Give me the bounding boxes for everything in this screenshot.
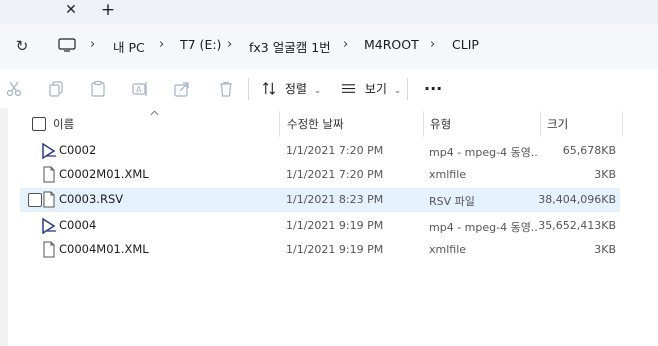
copy-icon[interactable] <box>47 80 65 98</box>
navigation-pane-edge <box>0 108 8 346</box>
table-row[interactable]: C0004M01.XML 1/1/2021 9:19 PM xmlfile 3K… <box>20 238 620 262</box>
file-size: 35,652,413KB <box>538 219 616 232</box>
breadcrumb-separator[interactable]: › <box>90 37 95 52</box>
refresh-icon[interactable]: ↻ <box>12 36 32 56</box>
monitor-icon[interactable] <box>58 38 76 52</box>
new-tab-button[interactable]: + <box>98 1 118 19</box>
column-divider[interactable] <box>423 111 424 137</box>
column-divider[interactable] <box>279 111 280 137</box>
document-file-icon <box>43 191 55 208</box>
chevron-down-icon: ⌄ <box>393 86 402 96</box>
breadcrumb-separator[interactable]: › <box>159 37 164 52</box>
view-label: 보기 <box>364 82 387 96</box>
file-size: 38,404,096KB <box>538 193 616 206</box>
sort-label: 정렬 <box>284 82 307 96</box>
cut-icon[interactable] <box>5 80 23 98</box>
paste-icon[interactable] <box>89 80 107 98</box>
table-row[interactable]: C0002 1/1/2021 7:20 PM mp4 - mpeg-4 동영..… <box>20 139 620 163</box>
column-divider[interactable] <box>622 111 623 137</box>
file-size: 3KB <box>594 168 616 181</box>
file-name: C0002M01.XML <box>59 167 149 181</box>
file-type: xmlfile <box>429 243 467 256</box>
table-row[interactable]: C0004 1/1/2021 9:19 PM mp4 - mpeg-4 동영..… <box>20 214 620 238</box>
view-button[interactable]: 보기 ⌄ <box>341 79 401 99</box>
rename-icon[interactable]: A <box>131 80 149 98</box>
file-type: mp4 - mpeg-4 동영... <box>429 221 539 234</box>
address-bar: ↻ › 내 PC › T7 (E:) › fx3 얼굴캠 1번 › M4ROOT… <box>0 24 658 70</box>
file-date: 1/1/2021 9:19 PM <box>286 219 384 232</box>
breadcrumb-separator[interactable]: › <box>430 37 435 52</box>
sort-icon <box>263 82 276 95</box>
breadcrumb-separator[interactable]: › <box>227 37 232 52</box>
chevron-down-icon: ⌄ <box>313 86 322 96</box>
command-toolbar: A 정렬 ⌄ 보기 ⌄ ··· <box>0 70 658 109</box>
video-file-icon <box>42 217 56 234</box>
column-name-header[interactable]: 이름 <box>53 116 74 132</box>
column-divider[interactable] <box>540 111 541 137</box>
svg-text:A: A <box>136 85 142 94</box>
file-list: 이름 수정한 날짜 유형 크기 C0002 1/1/2021 7:20 PM m… <box>0 108 658 346</box>
document-file-icon <box>43 166 55 183</box>
file-type: xmlfile <box>429 168 467 181</box>
breadcrumb-m4root[interactable]: M4ROOT <box>364 37 419 52</box>
breadcrumb-t7-drive[interactable]: T7 (E:) <box>180 37 221 52</box>
file-name: C0002 <box>59 143 97 157</box>
breadcrumb-separator[interactable]: › <box>343 37 348 52</box>
tab-bar: ✕ + <box>0 0 658 24</box>
file-name: C0003.RSV <box>59 192 124 206</box>
file-name: C0004M01.XML <box>59 242 149 256</box>
video-file-icon <box>42 142 56 159</box>
file-date: 1/1/2021 9:19 PM <box>286 243 384 256</box>
file-size: 3KB <box>594 243 616 256</box>
breadcrumb-my-pc[interactable]: 내 PC <box>113 37 145 56</box>
toolbar-divider <box>248 78 249 100</box>
more-options-button[interactable]: ··· <box>424 79 442 99</box>
delete-icon[interactable] <box>217 80 235 98</box>
list-view-icon <box>341 84 356 93</box>
file-size: 65,678KB <box>562 144 616 157</box>
file-date: 1/1/2021 7:20 PM <box>286 144 384 157</box>
column-size-header[interactable]: 크기 <box>547 116 568 132</box>
row-checkbox[interactable] <box>28 193 42 207</box>
close-tab-button[interactable]: ✕ <box>62 1 80 19</box>
sort-button[interactable]: 정렬 ⌄ <box>262 79 321 99</box>
toolbar-divider <box>407 78 408 100</box>
breadcrumb-clip[interactable]: CLIP <box>452 37 479 52</box>
column-date-header[interactable]: 수정한 날짜 <box>287 116 344 132</box>
select-all-checkbox[interactable] <box>32 117 46 131</box>
share-icon[interactable] <box>173 80 191 98</box>
file-date: 1/1/2021 8:23 PM <box>286 193 384 206</box>
breadcrumb-fx3-folder[interactable]: fx3 얼굴캠 1번 <box>249 37 331 56</box>
file-type: RSV 파일 <box>429 195 475 208</box>
table-row[interactable]: C0002M01.XML 1/1/2021 7:20 PM xmlfile 3K… <box>20 163 620 187</box>
document-file-icon <box>43 241 55 258</box>
column-header: 이름 수정한 날짜 유형 크기 <box>20 111 626 137</box>
column-type-header[interactable]: 유형 <box>430 116 451 132</box>
file-date: 1/1/2021 7:20 PM <box>286 168 384 181</box>
table-row[interactable]: C0003.RSV 1/1/2021 8:23 PM RSV 파일 38,404… <box>20 188 620 212</box>
file-type: mp4 - mpeg-4 동영... <box>429 146 539 159</box>
file-name: C0004 <box>59 218 97 232</box>
